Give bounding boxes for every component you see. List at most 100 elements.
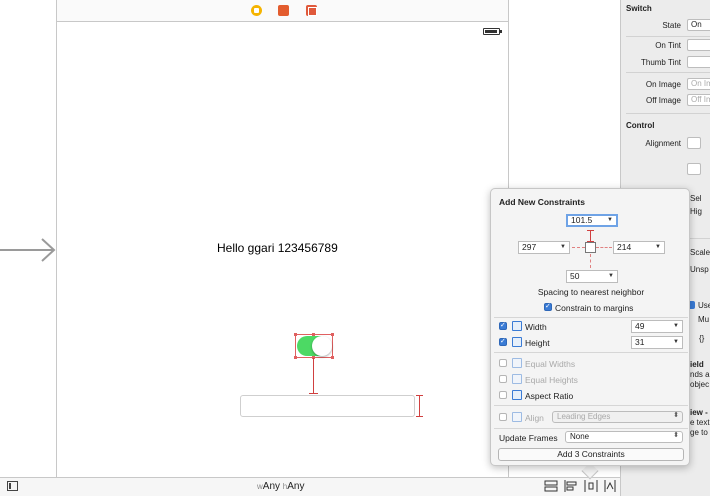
- add-constraints-popover: Add New Constraints 101.5 ▼ 297 ▼ 214 ▼ 50 ▼…: [490, 188, 690, 466]
- popover-divider: [494, 317, 688, 318]
- chevron-down-icon[interactable]: ▼: [673, 321, 679, 332]
- battery-icon: [483, 28, 502, 35]
- user-interaction-label: Use: [698, 301, 710, 310]
- highlighted-checkbox-label: Hig: [690, 207, 703, 216]
- inspector-divider: [626, 36, 710, 37]
- state-label: State: [662, 21, 681, 30]
- top-spacing-field[interactable]: 101.5 ▼: [566, 214, 618, 227]
- updown-icon: ⬍: [673, 412, 679, 419]
- resize-handle[interactable]: [312, 333, 315, 336]
- height-checkbox[interactable]: [499, 337, 507, 346]
- alignment-left-button[interactable]: [687, 137, 701, 149]
- aspect-ratio-checkbox[interactable]: [499, 391, 507, 399]
- exit-icon[interactable]: [306, 5, 317, 16]
- alignment-top-button[interactable]: [687, 163, 701, 175]
- vertical-spacing-constraint[interactable]: [313, 358, 314, 394]
- view-controller-icon[interactable]: [251, 5, 262, 16]
- align-checkbox[interactable]: [499, 413, 507, 421]
- equal-heights-icon: [512, 374, 522, 384]
- off-image-field[interactable]: Off Im: [687, 94, 710, 106]
- bottom-spacing-field[interactable]: 50 ▼: [566, 270, 618, 283]
- resize-handle[interactable]: [294, 333, 297, 336]
- text-field[interactable]: [240, 395, 415, 417]
- bottom-constraint-strut[interactable]: [590, 254, 591, 268]
- equal-heights-checkbox[interactable]: [499, 375, 507, 383]
- size-class-w-value: Any: [262, 481, 281, 492]
- trailing-spacing-field[interactable]: 214 ▼: [613, 241, 665, 254]
- updown-icon: ⬍: [673, 432, 679, 439]
- update-frames-label: Update Frames: [499, 433, 558, 443]
- align-value: Leading Edges: [557, 412, 611, 421]
- top-spacing-value: 101.5: [571, 215, 593, 225]
- scene-dock: [57, 0, 509, 22]
- chevron-down-icon[interactable]: ▼: [655, 242, 661, 253]
- switch-thumb: [312, 336, 332, 356]
- selected-switch[interactable]: [294, 333, 334, 359]
- off-image-label: Off Image: [646, 96, 681, 105]
- add-constraints-button[interactable]: Add 3 Constraints: [498, 448, 684, 461]
- constraint-cap: [309, 393, 318, 394]
- resize-handle[interactable]: [331, 333, 334, 336]
- resize-handle[interactable]: [294, 356, 297, 359]
- leading-spacing-value: 297: [522, 242, 537, 252]
- thumb-tint-label: Thumb Tint: [640, 58, 681, 67]
- height-constraint[interactable]: [416, 395, 423, 417]
- document-outline-toggle-icon[interactable]: [7, 481, 18, 491]
- pin-icon[interactable]: [584, 480, 598, 492]
- bottom-spacing-value: 50: [570, 271, 580, 281]
- help-text-3: e text: [690, 418, 710, 427]
- state-select[interactable]: On: [687, 19, 710, 31]
- hello-label[interactable]: Hello ggari 123456789: [217, 241, 338, 255]
- help-text-4: ge to: [690, 428, 708, 437]
- equal-widths-label: Equal Widths: [525, 359, 576, 369]
- update-frames-select[interactable]: None ⬍: [565, 431, 683, 443]
- help-text-1: nds a: [690, 370, 710, 379]
- chevron-down-icon[interactable]: ▼: [560, 242, 566, 253]
- multiple-touch-label: Mu: [698, 315, 710, 324]
- align-icon[interactable]: [564, 480, 578, 492]
- leading-spacing-field[interactable]: 297 ▼: [518, 241, 570, 254]
- scene-view[interactable]: Hello ggari 123456789: [57, 22, 509, 477]
- equal-widths-checkbox[interactable]: [499, 359, 507, 367]
- code-braces-icon: {}: [699, 334, 705, 343]
- popover-title: Add New Constraints: [499, 197, 585, 207]
- height-value-field[interactable]: 31 ▼: [631, 336, 683, 349]
- stack-icon[interactable]: [544, 480, 558, 492]
- equal-heights-label: Equal Heights: [525, 375, 578, 385]
- align-select[interactable]: Leading Edges ⬍: [552, 411, 683, 423]
- help-title-2: iew -: [690, 408, 708, 417]
- alignment-label: Alignment: [645, 139, 681, 148]
- thumb-tint-color-well[interactable]: [687, 56, 710, 68]
- resize-handle[interactable]: [331, 356, 334, 359]
- aspect-ratio-icon: [512, 390, 522, 400]
- equal-widths-icon: [512, 358, 522, 368]
- width-value-field[interactable]: 49 ▼: [631, 320, 683, 333]
- spacing-caption: Spacing to nearest neighbor: [537, 287, 645, 297]
- size-class-selector[interactable]: wAny hAny: [257, 481, 304, 492]
- on-image-field[interactable]: On Im: [687, 78, 710, 90]
- canvas-bottom-bar: wAny hAny: [0, 477, 620, 496]
- control-section-title: Control: [626, 121, 655, 130]
- align-icon: [512, 412, 522, 422]
- strut-cap: [587, 230, 594, 231]
- help-text-2: objec: [690, 380, 710, 389]
- chevron-down-icon[interactable]: ▼: [608, 271, 614, 282]
- width-checkbox[interactable]: [499, 321, 507, 330]
- trailing-spacing-value: 214: [617, 242, 632, 252]
- aspect-ratio-label: Aspect Ratio: [525, 391, 574, 401]
- trailing-constraint-strut[interactable]: [596, 247, 612, 248]
- popover-divider: [494, 428, 688, 429]
- first-responder-icon[interactable]: [278, 5, 289, 16]
- size-class-h-value: Any: [287, 481, 305, 492]
- chevron-down-icon[interactable]: ▼: [673, 337, 679, 348]
- leading-constraint-strut[interactable]: [572, 247, 585, 248]
- width-value: 49: [635, 321, 645, 331]
- constrain-to-margins-checkbox[interactable]: [544, 302, 552, 311]
- width-label: Width: [525, 322, 547, 332]
- chevron-down-icon[interactable]: ▼: [607, 216, 613, 225]
- on-tint-color-well[interactable]: [687, 39, 710, 51]
- on-image-label: On Image: [645, 80, 681, 89]
- strut-cap: [587, 241, 594, 242]
- help-title: ield: [690, 360, 704, 369]
- resolve-issues-icon[interactable]: [603, 480, 617, 492]
